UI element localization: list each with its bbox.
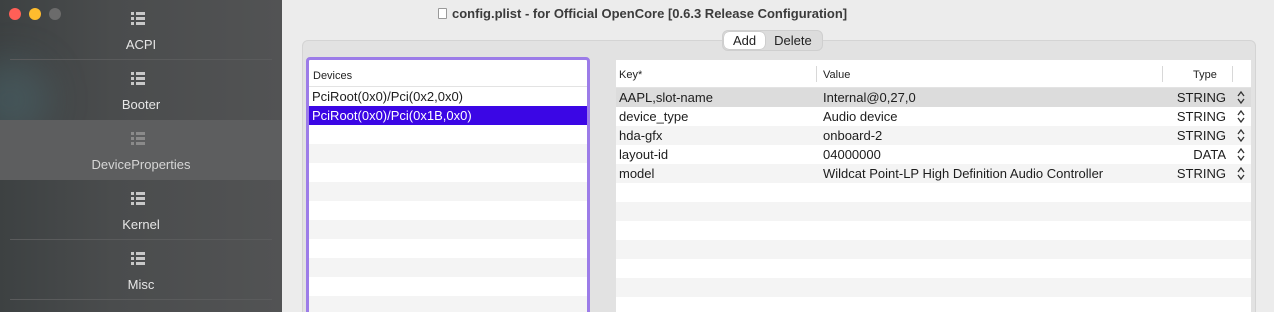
add-button[interactable]: Add <box>724 32 766 49</box>
document-icon <box>438 8 447 19</box>
add-delete-segmented-control: Add Delete <box>722 30 823 51</box>
type-stepper-icon[interactable] <box>1236 164 1246 183</box>
empty-row <box>309 239 587 258</box>
sidebar-item-label: DeviceProperties <box>91 157 191 172</box>
property-row[interactable]: layout-id 04000000 DATA <box>616 145 1251 164</box>
empty-row <box>309 277 587 296</box>
type-column-header[interactable]: Type <box>1193 69 1217 81</box>
value-column-header[interactable]: Value <box>823 69 850 81</box>
properties-table[interactable]: Key* Value Type AAPL,slot-name Internal@… <box>616 60 1251 312</box>
empty-row <box>309 182 587 201</box>
empty-row <box>616 297 1251 312</box>
property-type: DATA <box>1193 147 1226 162</box>
column-divider <box>1162 66 1163 82</box>
property-value[interactable]: 04000000 <box>823 145 881 164</box>
property-row[interactable]: hda-gfx onboard-2 STRING <box>616 126 1251 145</box>
type-stepper-icon[interactable] <box>1236 88 1246 107</box>
list-icon <box>131 72 145 85</box>
empty-row <box>309 296 587 312</box>
type-stepper-icon[interactable] <box>1236 145 1246 164</box>
type-stepper-icon[interactable] <box>1236 126 1246 145</box>
property-key[interactable]: hda-gfx <box>619 126 662 145</box>
empty-row <box>309 220 587 239</box>
property-type: STRING <box>1176 166 1226 181</box>
sidebar-item-booter[interactable]: Booter <box>0 60 282 120</box>
property-type: STRING <box>1176 128 1226 143</box>
empty-row <box>616 278 1251 297</box>
property-key[interactable]: AAPL,slot-name <box>619 88 713 107</box>
property-value[interactable]: Wildcat Point-LP High Definition Audio C… <box>823 164 1103 183</box>
sidebar: ACPI Booter DeviceProperties Kernel Misc <box>0 0 282 312</box>
empty-row <box>309 144 587 163</box>
sidebar-item-label: ACPI <box>125 37 157 52</box>
list-icon <box>131 192 145 205</box>
empty-row <box>309 201 587 220</box>
type-stepper-icon[interactable] <box>1236 107 1246 126</box>
empty-row <box>616 259 1251 278</box>
window-title-text: config.plist - for Official OpenCore [0.… <box>452 6 848 21</box>
sidebar-item-kernel[interactable]: Kernel <box>0 180 282 240</box>
sidebar-divider <box>10 299 272 300</box>
properties-header: Key* Value Type <box>616 60 1251 88</box>
empty-row <box>309 163 587 182</box>
property-value[interactable]: onboard-2 <box>823 126 882 145</box>
property-type: STRING <box>1176 109 1226 124</box>
column-divider <box>1232 66 1233 82</box>
window-title: config.plist - for Official OpenCore [0.… <box>282 6 1274 21</box>
sidebar-item-acpi[interactable]: ACPI <box>0 0 282 60</box>
property-value[interactable]: Internal@0,27,0 <box>823 88 916 107</box>
empty-row <box>309 125 587 144</box>
device-row-selected[interactable]: PciRoot(0x0)/Pci(0x1B,0x0) <box>309 106 587 125</box>
property-row[interactable]: device_type Audio device STRING <box>616 107 1251 126</box>
empty-row <box>309 258 587 277</box>
empty-row <box>616 240 1251 259</box>
main-area: config.plist - for Official OpenCore [0.… <box>282 0 1274 312</box>
sidebar-item-deviceproperties[interactable]: DeviceProperties <box>0 120 282 180</box>
list-icon <box>131 252 145 265</box>
sidebar-item-label: Kernel <box>122 217 160 232</box>
property-key[interactable]: device_type <box>619 107 688 126</box>
device-row[interactable]: PciRoot(0x0)/Pci(0x2,0x0) <box>309 87 587 106</box>
empty-row <box>616 183 1251 202</box>
property-value[interactable]: Audio device <box>823 107 897 126</box>
property-key[interactable]: layout-id <box>619 145 668 164</box>
empty-row <box>616 202 1251 221</box>
key-column-header[interactable]: Key* <box>619 69 642 81</box>
list-icon <box>131 12 145 25</box>
delete-button[interactable]: Delete <box>765 32 821 49</box>
empty-row <box>616 221 1251 240</box>
sidebar-item-misc[interactable]: Misc <box>0 240 282 300</box>
property-row[interactable]: model Wildcat Point-LP High Definition A… <box>616 164 1251 183</box>
devices-table[interactable]: Devices PciRoot(0x0)/Pci(0x2,0x0) PciRoo… <box>306 57 590 312</box>
property-key[interactable]: model <box>619 164 654 183</box>
sidebar-item-label: Misc <box>127 277 155 292</box>
devices-column-header[interactable]: Devices <box>309 60 587 87</box>
list-icon <box>131 132 145 145</box>
property-row[interactable]: AAPL,slot-name Internal@0,27,0 STRING <box>616 88 1251 107</box>
sidebar-item-label: Booter <box>121 97 161 112</box>
column-divider <box>816 66 817 82</box>
property-type: STRING <box>1176 90 1226 105</box>
